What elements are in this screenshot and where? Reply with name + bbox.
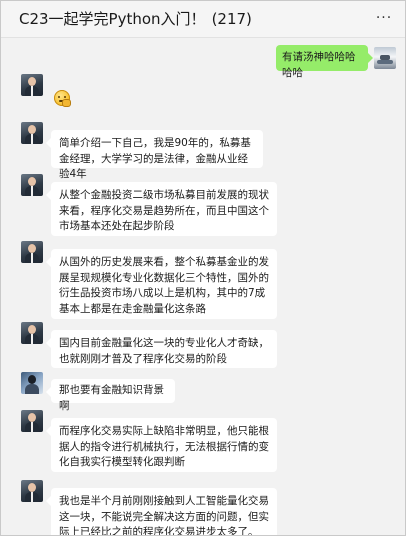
message-bubble[interactable]: 那也要有金融知识背景啊: [46, 379, 175, 412]
message-text: 从整个金融投资二级市场私募目前发展的现状来看，程序化交易是趋势所在，而且中国这个…: [59, 189, 269, 232]
message-text: 从国外的历史发展来看，整个私募基金业的发展呈现规模化专业化数据化三个特性，国外的…: [59, 256, 269, 315]
message-self: 有请汤神哈哈哈哈哈: [1, 38, 405, 79]
message-text: 而程序化交易实际上缺陷非常明显，他只能根据人的指令进行机械执行，无法根据行情的变…: [59, 425, 269, 468]
avatar-sender[interactable]: [21, 322, 43, 344]
chat-window: C23一起学完Python入门！ (217) ··· 有请汤神哈哈哈哈哈 简单介绍…: [0, 0, 406, 536]
message-other: 国内目前金融量化这一块的专业化人才奇缺，也就刚刚才普及了程序化交易的阶段: [1, 322, 405, 368]
message-bubble[interactable]: 从整个金融投资二级市场私募目前发展的现状来看，程序化交易是趋势所在，而且中国这个…: [46, 182, 277, 236]
message-other: 简单介绍一下自己，我是90年的，私募基金经理，大学学习的是法律，金融从业经验4年: [1, 122, 405, 180]
message-bubble[interactable]: 从国外的历史发展来看，整个私募基金业的发展呈现规模化专业化数据化三个特性，国外的…: [46, 249, 277, 319]
member-count: (217): [211, 10, 252, 28]
avatar-sender[interactable]: [21, 480, 43, 502]
message-text: 那也要有金融知识背景啊: [59, 384, 164, 412]
more-options-button[interactable]: ···: [373, 7, 395, 29]
avatar-sender[interactable]: [21, 122, 43, 144]
message-other: 那也要有金融知识背景啊: [1, 372, 405, 412]
message-list[interactable]: 有请汤神哈哈哈哈哈 简单介绍一下自己，我是90年的，私募基金经理，大学学习的是法…: [1, 38, 405, 535]
message-other: [1, 74, 405, 116]
message-bubble[interactable]: 而程序化交易实际上缺陷非常明显，他只能根据人的指令进行机械执行，无法根据行情的变…: [46, 418, 277, 472]
message-other: 而程序化交易实际上缺陷非常明显，他只能根据人的指令进行机械执行，无法根据行情的变…: [1, 410, 405, 476]
message-text: 我也是半个月前刚刚接触到人工智能量化交易这一块，不能说完全解决这方面的问题，但实…: [59, 495, 269, 535]
message-bubble[interactable]: 简单介绍一下自己，我是90年的，私募基金经理，大学学习的是法律，金融从业经验4年: [46, 130, 263, 180]
avatar-sender[interactable]: [21, 410, 43, 432]
avatar-sender[interactable]: [21, 174, 43, 196]
message-bubble[interactable]: 我也是半个月前刚刚接触到人工智能量化交易这一块，不能说完全解决这方面的问题，但实…: [46, 488, 277, 535]
message-other: 从整个金融投资二级市场私募目前发展的现状来看，程序化交易是趋势所在，而且中国这个…: [1, 174, 405, 240]
avatar-sender[interactable]: [21, 74, 43, 96]
avatar-sender[interactable]: [21, 372, 43, 394]
message-other: 从国外的历史发展来看，整个私募基金业的发展呈现规模化专业化数据化三个特性，国外的…: [1, 241, 405, 323]
message-other: 我也是半个月前刚刚接触到人工智能量化交易这一块，不能说完全解决这方面的问题，但实…: [1, 480, 405, 535]
group-name: C23一起学完Python入门！: [19, 10, 206, 28]
message-bubble[interactable]: 国内目前金融量化这一块的专业化人才奇缺，也就刚刚才普及了程序化交易的阶段: [46, 330, 277, 368]
chat-title: C23一起学完Python入门！ (217): [19, 8, 252, 29]
message-text: 国内目前金融量化这一块的专业化人才奇缺，也就刚刚才普及了程序化交易的阶段: [59, 337, 269, 365]
message-bubble[interactable]: 有请汤神哈哈哈哈哈: [276, 45, 373, 79]
avatar-sender[interactable]: [21, 241, 43, 263]
title-bar: C23一起学完Python入门！ (217) ···: [1, 1, 405, 38]
avatar-self[interactable]: [374, 47, 396, 69]
thinking-face-emoji-icon[interactable]: [54, 90, 71, 107]
